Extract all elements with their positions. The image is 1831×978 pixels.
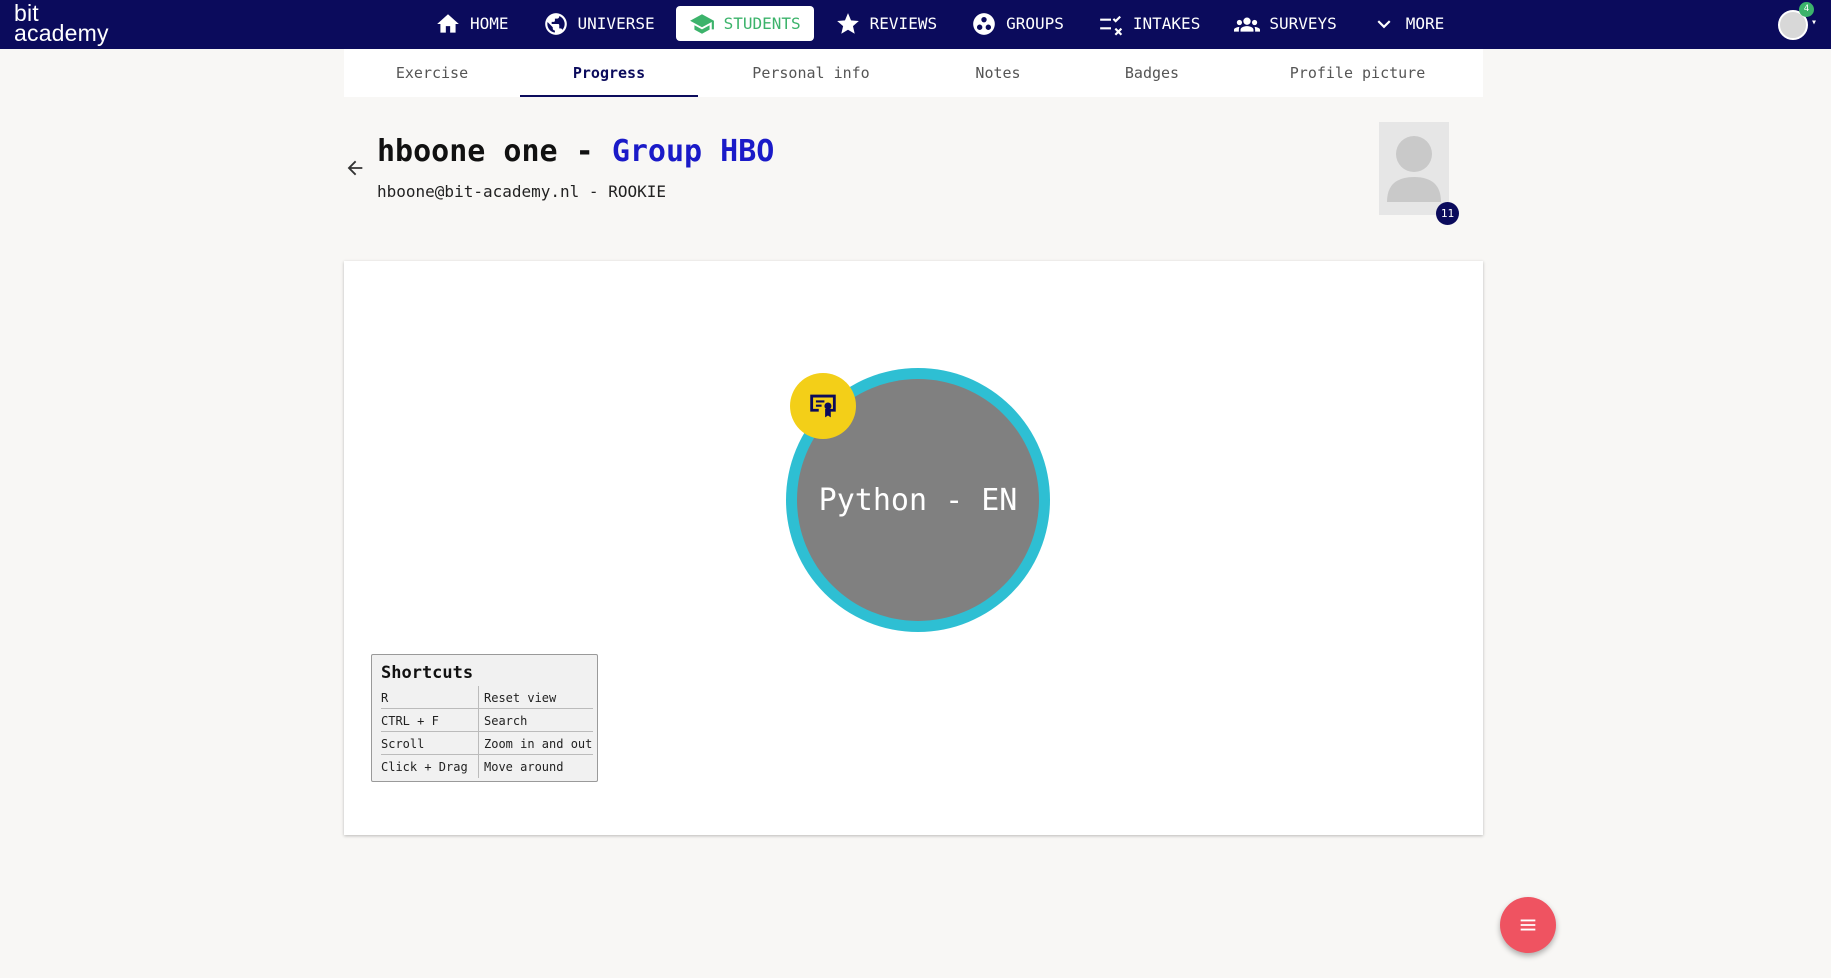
nav-surveys-label: SURVEYS (1269, 14, 1337, 33)
shortcut-row: CTRL + F Search (381, 709, 593, 732)
nav-intakes-label: INTAKES (1132, 14, 1201, 33)
student-tabs: Exercise Progress Personal info Notes Ba… (344, 49, 1483, 97)
menu-fab-button[interactable] (1500, 897, 1556, 953)
top-navbar: bit academy HOME UNIVERSE STUDENTS REVIE… (0, 0, 1831, 49)
people-icon (1234, 17, 1261, 32)
student-email-rank: hboone@bit-academy.nl - ROOKIE (377, 182, 666, 201)
nav-intakes[interactable]: INTAKES (1085, 6, 1213, 41)
shortcut-key: Scroll (381, 732, 479, 754)
nav-groups-label: GROUPS (1006, 14, 1064, 33)
shortcuts-title: Shortcuts (381, 663, 474, 683)
notification-badge: 4 (1799, 2, 1814, 17)
hamburger-menu-icon (1520, 919, 1536, 931)
profile-picture[interactable] (1379, 122, 1449, 215)
nav-home-label: HOME (470, 14, 509, 33)
nav-home[interactable]: HOME (422, 6, 522, 41)
shortcuts-panel: Shortcuts R Reset view CTRL + F Search S… (371, 654, 598, 782)
nav-students[interactable]: STUDENTS (675, 6, 814, 41)
star-icon (836, 12, 859, 34)
shortcut-action: Zoom in and out (484, 737, 593, 751)
tab-notes[interactable]: Notes (924, 49, 1072, 97)
globe-icon (544, 12, 567, 35)
user-menu-caret-icon[interactable]: ▾ (1811, 17, 1817, 28)
tab-progress[interactable]: Progress (520, 49, 698, 97)
tab-badges[interactable]: Badges (1072, 49, 1232, 97)
shortcut-action: Search (484, 714, 528, 728)
groups-icon (973, 12, 995, 35)
nav-surveys[interactable]: SURVEYS (1221, 6, 1349, 41)
logo-line-2: academy (14, 20, 109, 46)
nav-reviews[interactable]: REVIEWS (822, 6, 950, 41)
nav-groups[interactable]: GROUPS (958, 6, 1077, 41)
shortcut-key: R (381, 686, 479, 708)
shortcut-action: Move around (484, 760, 564, 774)
shortcut-row: R Reset view (381, 686, 593, 709)
nav-universe-label: UNIVERSE (577, 14, 655, 33)
nav-reviews-label: REVIEWS (869, 14, 938, 33)
tab-profile-picture[interactable]: Profile picture (1232, 49, 1483, 97)
home-icon (437, 13, 459, 33)
student-name: hboone one - (377, 134, 612, 169)
tab-exercise[interactable]: Exercise (344, 49, 520, 97)
shortcut-row: Click + Drag Move around (381, 755, 593, 778)
checklist-icon (1100, 15, 1123, 35)
certificate-glyph-icon (810, 394, 836, 418)
shortcut-row: Scroll Zoom in and out (381, 732, 593, 755)
page-title: hboone one - Group HBO (377, 134, 774, 169)
person-placeholder-icon (1387, 136, 1441, 202)
bit-academy-logo[interactable]: bit academy (14, 2, 109, 46)
certificate-icon[interactable] (790, 373, 856, 439)
chevron-down-icon (1377, 19, 1391, 28)
back-arrow-icon[interactable] (344, 157, 366, 179)
badge-count: 11 (1436, 202, 1459, 225)
nav-universe[interactable]: UNIVERSE (530, 6, 668, 41)
main-nav: HOME UNIVERSE STUDENTS REVIEWS GROUPS IN… (422, 6, 1465, 41)
shortcut-action: Reset view (484, 691, 557, 705)
tab-personal-info[interactable]: Personal info (698, 49, 924, 97)
nav-students-label: STUDENTS (723, 14, 801, 33)
graduation-cap-icon (689, 13, 714, 34)
shortcut-key: CTRL + F (381, 709, 479, 731)
nav-more[interactable]: MORE (1358, 6, 1458, 41)
nav-more-label: MORE (1405, 14, 1445, 33)
shortcut-key: Click + Drag (381, 755, 479, 778)
student-group-link[interactable]: Group HBO (612, 134, 775, 169)
